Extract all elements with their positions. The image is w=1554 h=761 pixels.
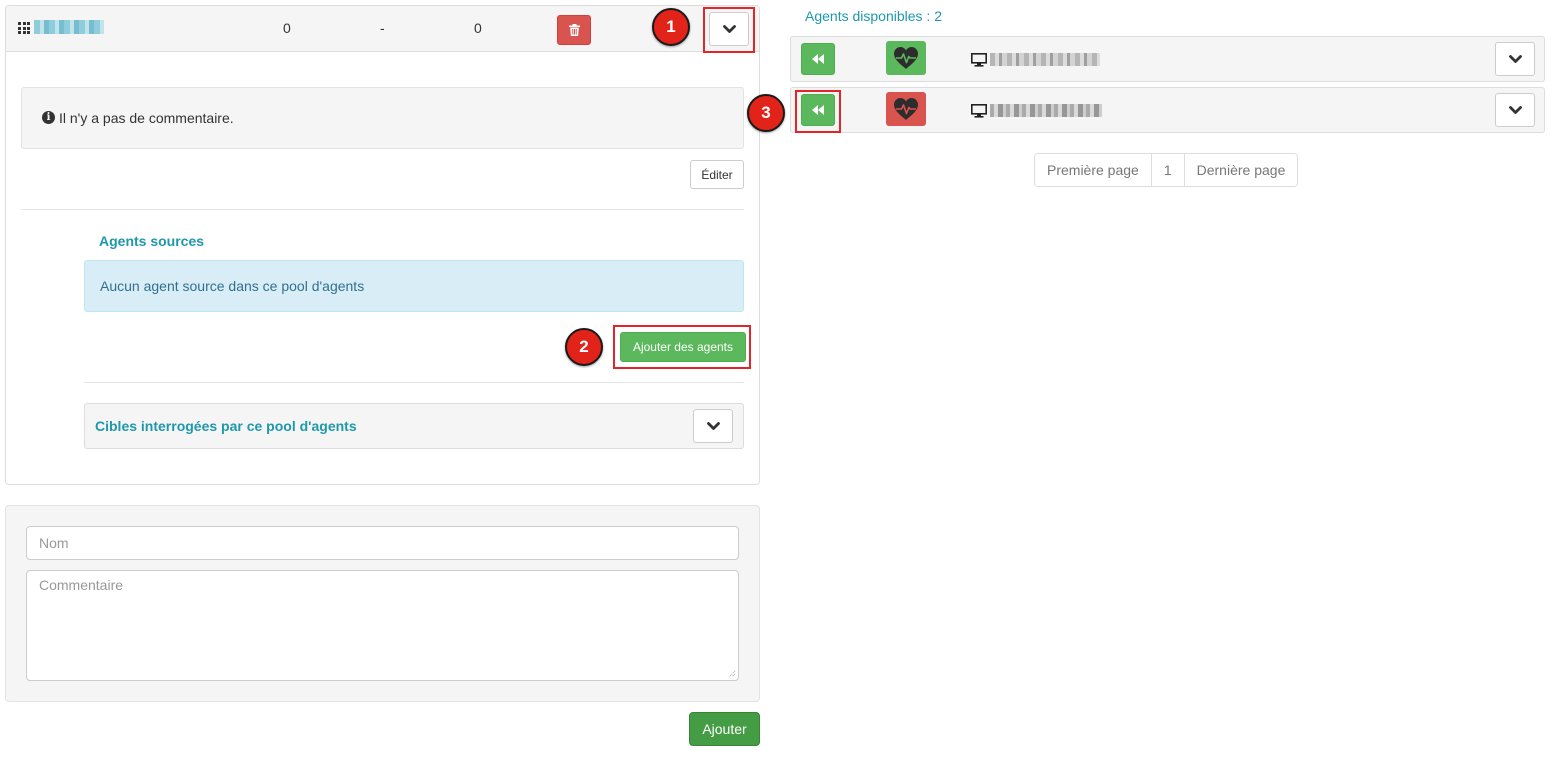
first-page-link[interactable]: Première page (1035, 154, 1151, 186)
pagination: Première page 1 Dernière page (1034, 153, 1299, 187)
info-circle-icon: i (42, 111, 55, 124)
submit-add-button[interactable]: Ajouter (689, 712, 760, 746)
name-input[interactable] (26, 526, 739, 560)
move-agent-button[interactable] (801, 43, 835, 75)
health-status-ok (886, 41, 926, 75)
resize-handle-icon[interactable] (726, 668, 736, 678)
comment-display: i Il n'y a pas de commentaire. (21, 87, 744, 149)
health-status-error (886, 92, 926, 126)
pool-stat-separator: - (380, 20, 385, 36)
agent-name-redacted (990, 53, 1100, 66)
last-page-link[interactable]: Dernière page (1183, 154, 1298, 186)
agent-name-redacted (990, 104, 1102, 117)
agent-row (790, 87, 1545, 133)
divider (21, 209, 744, 210)
annotation-marker-1: 1 (652, 8, 690, 46)
expand-agent-button[interactable] (1495, 93, 1535, 127)
pool-stat-targets: 0 (474, 20, 482, 36)
targets-title: Cibles interrogées par ce pool d'agents (95, 418, 357, 434)
add-agents-button[interactable]: Ajouter des agents (620, 332, 746, 362)
chevron-down-icon (706, 421, 720, 430)
expand-targets-button[interactable] (693, 409, 733, 443)
pool-stat-agents: 0 (283, 20, 291, 36)
chevron-down-icon (1508, 54, 1522, 63)
expand-pool-button[interactable] (709, 12, 749, 46)
grid-icon (18, 22, 30, 34)
agent-pool-panel: 0 - 0 1 i Il n'y a pas de commentaire. É… (5, 5, 760, 485)
desktop-icon (971, 53, 987, 67)
available-agents-title: Agents disponibles : 2 (805, 8, 942, 24)
comment-textarea[interactable] (26, 570, 739, 681)
chevron-down-icon (1508, 105, 1522, 114)
annotation-marker-2: 2 (565, 328, 603, 366)
page-1-link[interactable]: 1 (1150, 154, 1184, 186)
highlight-box-move-agent (795, 90, 841, 133)
pool-header: 0 - 0 1 (6, 6, 759, 53)
chevron-down-icon (722, 24, 736, 33)
divider (84, 382, 744, 383)
no-agent-alert: Aucun agent source dans ce pool d'agents (84, 260, 744, 312)
delete-pool-button[interactable] (557, 15, 591, 45)
new-pool-form (5, 505, 760, 702)
heartbeat-icon (894, 98, 918, 120)
expand-agent-button[interactable] (1495, 42, 1535, 76)
agents-sources-title: Agents sources (99, 233, 205, 249)
edit-comment-button[interactable]: Éditer (690, 160, 744, 189)
pool-name-link[interactable] (34, 20, 104, 34)
trash-icon (568, 24, 580, 36)
desktop-icon (971, 104, 987, 118)
comment-text: Il n'y a pas de commentaire. (59, 110, 234, 126)
agent-row (790, 36, 1545, 82)
annotation-marker-3: 3 (747, 94, 785, 132)
backward-icon (812, 54, 824, 64)
targets-panel: Cibles interrogées par ce pool d'agents (84, 403, 744, 449)
heartbeat-icon (894, 47, 918, 69)
